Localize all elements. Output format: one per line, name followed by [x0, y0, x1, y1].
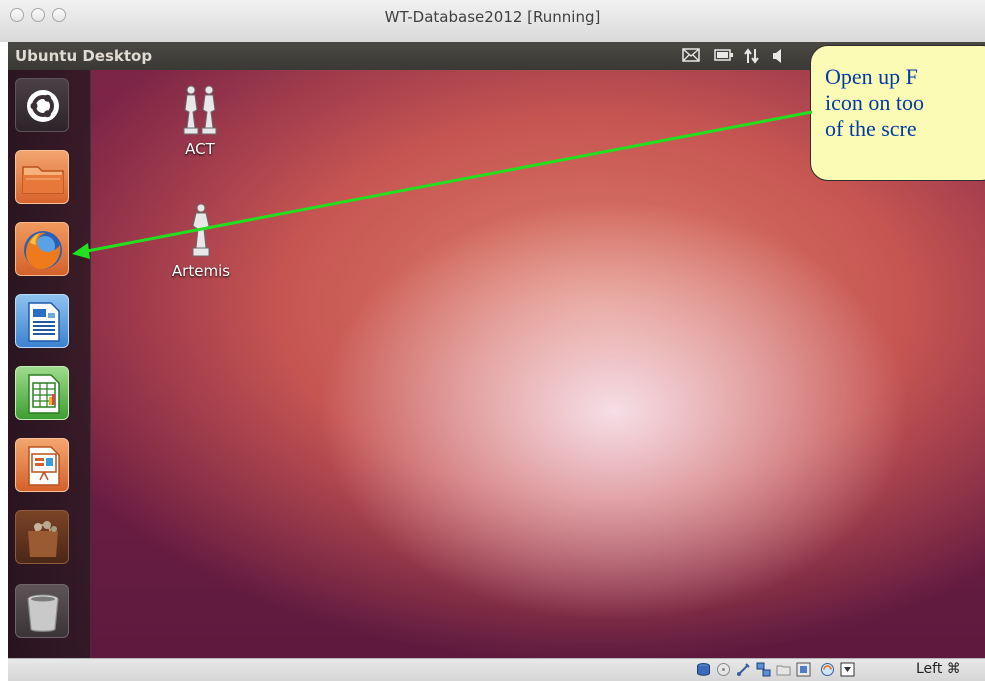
desktop-icon-label: ACT [185, 140, 215, 158]
libreoffice-calc-button[interactable] [15, 366, 69, 420]
libreoffice-impress-button[interactable] [15, 438, 69, 492]
impress-icon [28, 446, 60, 486]
callout-text-line: of the scre [825, 116, 917, 141]
virtualbox-statusbar: Left ⌘ [8, 658, 985, 681]
firefox-icon [24, 231, 62, 269]
panel-title: Ubuntu Desktop [15, 47, 153, 65]
hard-disk-icon[interactable] [696, 662, 711, 677]
network-adapters-icon[interactable] [756, 662, 771, 677]
launcher [8, 70, 91, 658]
folder-icon [22, 166, 64, 194]
desktop-icon-artemis[interactable]: Artemis [163, 202, 239, 280]
mail-icon[interactable] [682, 48, 700, 65]
files-button[interactable] [15, 150, 69, 204]
trash-button[interactable] [15, 584, 69, 638]
volume-icon[interactable] [772, 48, 784, 67]
firefox-button[interactable] [15, 222, 69, 276]
usb-icon[interactable] [736, 662, 751, 677]
calc-icon [28, 374, 60, 414]
network-icon[interactable] [744, 48, 760, 67]
desktop-icon-act[interactable]: ACT [165, 84, 235, 158]
window-left-edge [0, 42, 8, 658]
tutorial-callout: Open up F icon on too of the scre [810, 45, 985, 181]
battery-icon[interactable] [714, 48, 734, 65]
capture-icon[interactable] [820, 662, 835, 677]
mouse-integration-icon[interactable] [840, 662, 855, 677]
callout-text-line: Open up F [825, 64, 918, 89]
window-titlebar[interactable]: WT-Database2012 [Running] [0, 0, 985, 43]
libreoffice-writer-button[interactable] [15, 294, 69, 348]
writer-icon [28, 302, 60, 342]
shopping-bag-icon [28, 521, 58, 557]
ubuntu-logo-icon [27, 90, 59, 122]
optical-disk-icon[interactable] [716, 662, 731, 677]
trash-icon [27, 594, 59, 632]
display-icon[interactable] [796, 662, 811, 677]
software-center-button[interactable] [15, 510, 69, 564]
statue-icon [192, 203, 210, 257]
statues-icon [183, 85, 217, 135]
callout-text-line: icon on too [825, 90, 924, 115]
desktop-icon-label: Artemis [171, 262, 231, 280]
shared-folders-icon[interactable] [776, 662, 791, 677]
dash-home-button[interactable] [15, 78, 69, 132]
host-key-indicator: Left ⌘ [916, 661, 961, 677]
window-title: WT-Database2012 [Running] [384, 8, 601, 26]
